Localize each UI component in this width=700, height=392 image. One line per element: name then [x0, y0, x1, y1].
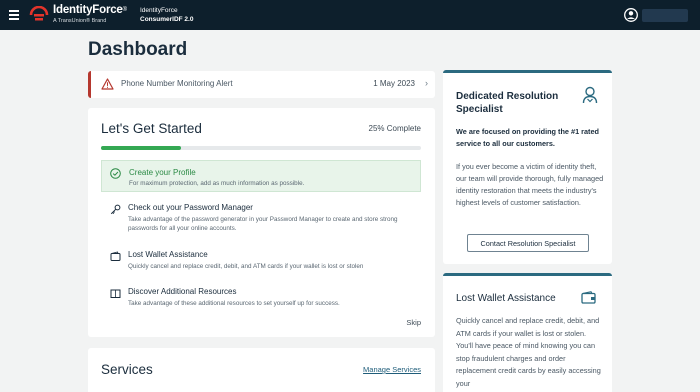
progress-bar: [101, 146, 421, 150]
contact-resolution-specialist-button[interactable]: Contact Resolution Specialist: [467, 234, 589, 252]
task-lost-wallet[interactable]: Lost Wallet Assistance Quickly cancel an…: [101, 249, 421, 273]
task-description: Take advantage of the password generator…: [128, 216, 398, 232]
getting-started-title: Let's Get Started: [101, 121, 202, 136]
dedicated-resolution-description: If you ever become a victim of identity …: [456, 162, 604, 207]
user-account-menu[interactable]: [624, 7, 688, 23]
alert-label: Phone Number Monitoring Alert: [121, 79, 233, 88]
warning-icon: [101, 78, 114, 90]
task-description: Take advantage of these additional resou…: [128, 300, 340, 307]
lost-wallet-card: Lost Wallet Assistance Quickly cancel an…: [443, 273, 612, 392]
task-description: For maximum protection, add as much info…: [129, 180, 305, 187]
skip-link[interactable]: Skip: [406, 318, 421, 327]
task-additional-resources[interactable]: Discover Additional Resources Take advan…: [101, 286, 421, 310]
hamburger-menu-icon[interactable]: [9, 10, 19, 20]
check-circle-icon: [110, 168, 121, 179]
dedicated-resolution-card: Dedicated Resolution Specialist We are f…: [443, 70, 612, 264]
key-icon: [110, 204, 121, 215]
getting-started-card: Let's Get Started 25% Complete Create yo…: [88, 108, 435, 337]
alert-date: 1 May 2023: [373, 79, 415, 88]
task-title: Discover Additional Resources: [128, 287, 237, 296]
brand-tagline: A TransUnion® Brand: [53, 18, 107, 24]
brand-name[interactable]: IdentityForce®: [53, 4, 127, 17]
progress-bar-fill: [101, 146, 181, 150]
task-description: Quickly cancel and replace credit, debit…: [128, 263, 364, 270]
task-password-manager[interactable]: Check out your Password Manager Take adv…: [101, 202, 421, 236]
user-avatar-icon[interactable]: [624, 8, 638, 22]
lost-wallet-title: Lost Wallet Assistance: [456, 293, 556, 304]
wallet-icon: [581, 291, 596, 304]
top-navigation-bar: IdentityForce® A TransUnion® Brand Ident…: [0, 0, 700, 30]
identityforce-logo-icon[interactable]: [29, 6, 49, 24]
person-icon: [582, 86, 598, 104]
alert-banner[interactable]: Phone Number Monitoring Alert 1 May 2023…: [88, 71, 435, 98]
dedicated-resolution-title: Dedicated Resolution Specialist: [456, 91, 559, 115]
book-icon: [110, 289, 121, 298]
lost-wallet-description: Quickly cancel and replace credit, debit…: [456, 316, 601, 388]
product-name: IdentityForce ConsumerIDF 2.0: [140, 6, 193, 24]
task-title: Lost Wallet Assistance: [128, 250, 208, 259]
page-title: Dashboard: [88, 39, 188, 60]
wallet-icon: [110, 251, 121, 261]
product-name-line2: ConsumerIDF 2.0: [140, 16, 194, 23]
dedicated-resolution-highlight: We are focused on providing the #1 rated…: [456, 127, 599, 148]
user-name-redacted[interactable]: [642, 8, 688, 22]
manage-services-link[interactable]: Manage Services: [363, 365, 421, 374]
progress-label: 25% Complete: [368, 124, 421, 133]
services-title: Services: [101, 362, 153, 377]
services-card: Services Manage Services: [88, 348, 435, 392]
task-title: Check out your Password Manager: [128, 203, 253, 212]
chevron-right-icon[interactable]: ›: [425, 78, 428, 88]
task-title: Create your Profile: [129, 168, 196, 177]
task-create-profile[interactable]: Create your Profile For maximum protecti…: [101, 160, 421, 192]
product-name-line1: IdentityForce: [140, 7, 178, 14]
